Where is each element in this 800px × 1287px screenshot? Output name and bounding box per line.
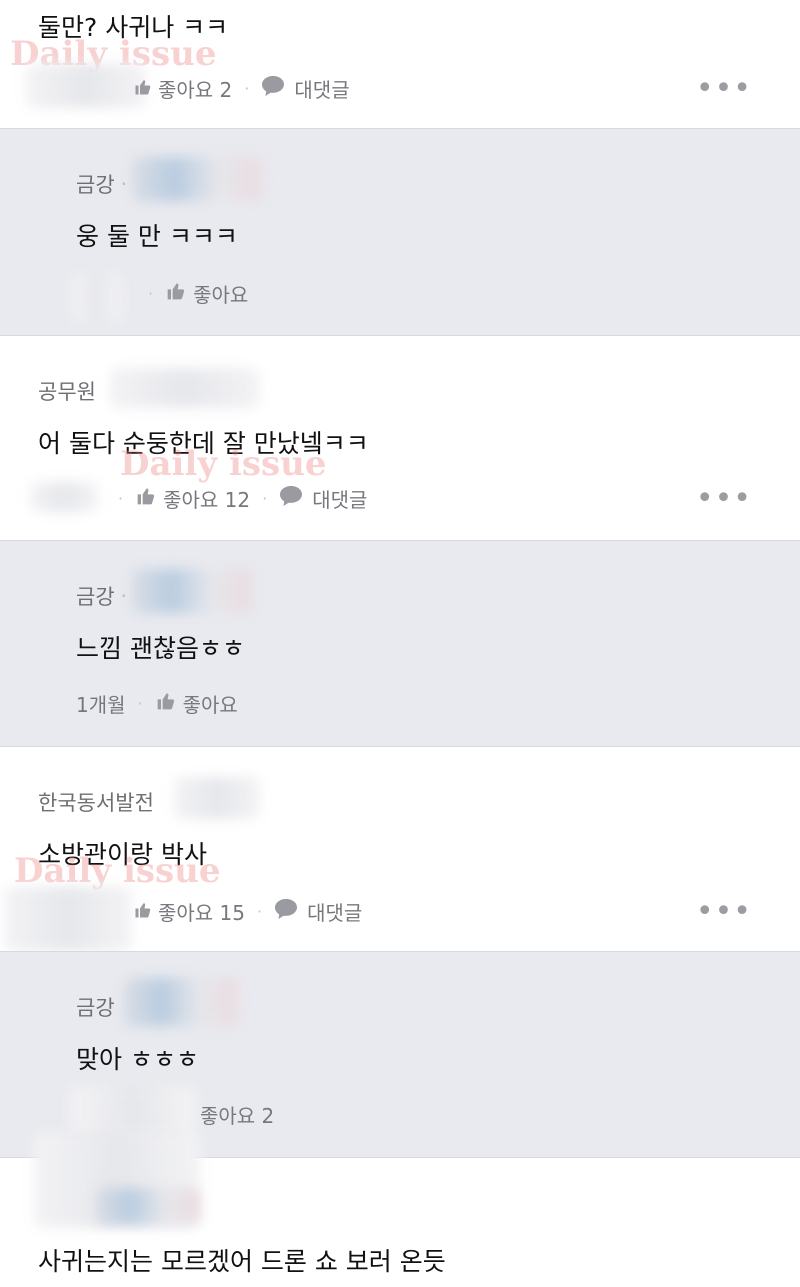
comment-text: 느낌 괜찮음ㅎㅎ bbox=[76, 634, 245, 663]
thumbs-up-icon bbox=[134, 900, 152, 924]
comment-text: 어 둘다 순둥한데 잘 만났넼ㅋㅋ bbox=[38, 429, 369, 458]
author-name: 금강 bbox=[76, 996, 115, 1020]
meta-separator: · bbox=[137, 694, 143, 713]
speech-bubble-icon bbox=[279, 485, 303, 512]
comment-meta: · 좋아요 12 · 대댓글 bbox=[106, 484, 367, 513]
comment-author: 금강 · bbox=[76, 581, 133, 611]
comment-author: 한국동서발전 bbox=[38, 787, 154, 817]
thumbs-up-icon bbox=[134, 77, 152, 101]
like-count: 좋아요 bbox=[182, 693, 238, 717]
comment-item: 둘만? 사귀나 ㅋㅋ Daily issue 좋아요 2 · 대댓글 ••• bbox=[0, 0, 800, 128]
comment-meta: · 좋아요 bbox=[136, 279, 248, 308]
like-button[interactable]: 좋아요 15 bbox=[134, 897, 245, 926]
meta-separator: · bbox=[257, 902, 263, 921]
more-options-icon[interactable]: ••• bbox=[696, 897, 752, 927]
comment-text: 맞아 ㅎㅎㅎ bbox=[76, 1045, 199, 1074]
thumbs-up-icon bbox=[165, 281, 187, 306]
comment-item: 사귀는지는 모르겠어 드론 쇼 보러 온듯 bbox=[0, 1132, 800, 1287]
author-separator: · bbox=[120, 584, 127, 608]
comment-text: 소방관이랑 박사 bbox=[38, 840, 207, 869]
author-name: 한국동서발전 bbox=[38, 791, 154, 815]
speech-bubble-icon bbox=[274, 898, 298, 925]
reply-label: 대댓글 bbox=[294, 78, 350, 102]
comment-text: 둘만? 사귀나 ㅋㅋ bbox=[38, 13, 229, 42]
comment-item: 한국동서발전 소방관이랑 박사 Daily issue 좋아요 15 · 대댓글… bbox=[0, 747, 800, 951]
reply-button[interactable]: 대댓글 bbox=[274, 897, 362, 926]
like-count: 좋아요 12 bbox=[163, 488, 251, 512]
thumbs-up-icon bbox=[155, 691, 177, 716]
like-count: 좋아요 2 bbox=[158, 78, 233, 102]
like-button[interactable]: 좋아요 bbox=[155, 689, 238, 718]
blurred-author-detail bbox=[124, 978, 238, 1026]
comment-time: 1개월 bbox=[76, 693, 126, 717]
like-count: 좋아요 bbox=[193, 283, 249, 307]
blurred-timestamp bbox=[72, 273, 122, 323]
reply-label: 대댓글 bbox=[312, 488, 368, 512]
comment-meta: 좋아요 2 bbox=[200, 1100, 274, 1129]
reply-label: 대댓글 bbox=[307, 901, 363, 925]
blurred-timestamp bbox=[26, 64, 146, 108]
comment-meta: 1개월 · 좋아요 bbox=[76, 689, 238, 718]
like-count: 좋아요 2 bbox=[200, 1104, 275, 1128]
like-count: 좋아요 15 bbox=[158, 901, 246, 925]
author-separator: · bbox=[120, 172, 127, 196]
meta-separator: · bbox=[118, 489, 124, 508]
blurred-author-detail bbox=[174, 777, 260, 819]
meta-separator: · bbox=[262, 489, 268, 508]
blurred-timestamp bbox=[70, 1086, 196, 1136]
meta-separator: · bbox=[148, 284, 154, 303]
blurred-author-detail bbox=[96, 1188, 200, 1224]
author-name: 금강 bbox=[76, 173, 115, 197]
like-button[interactable]: 좋아요 2 bbox=[134, 74, 232, 103]
reply-item: 금강 · 웅 둘 만 ㅋㅋㅋ · 좋아요 bbox=[0, 129, 800, 335]
comment-meta: 좋아요 2 · 대댓글 bbox=[134, 74, 350, 103]
reply-item: 금강 · 느낌 괜찮음ㅎㅎ 1개월 · 좋아요 bbox=[0, 541, 800, 746]
like-button[interactable]: 좋아요 2 bbox=[200, 1100, 274, 1129]
meta-separator: · bbox=[244, 79, 250, 98]
comment-author: 공무원 bbox=[38, 376, 96, 406]
comment-item: 공무원 어 둘다 순둥한데 잘 만났넼ㅋㅋ Daily issue · 좋아요 … bbox=[0, 336, 800, 540]
comment-author: 금강 · bbox=[76, 169, 133, 199]
like-button[interactable]: 좋아요 12 bbox=[135, 484, 250, 513]
reply-button[interactable]: 대댓글 bbox=[279, 484, 367, 513]
blurred-author-detail bbox=[132, 157, 262, 201]
comment-text: 웅 둘 만 ㅋㅋㅋ bbox=[76, 222, 238, 251]
comment-author: 금강 bbox=[76, 992, 115, 1022]
thumbs-up-icon bbox=[135, 486, 157, 511]
comment-meta: 좋아요 15 · 대댓글 bbox=[134, 897, 362, 926]
more-options-icon[interactable]: ••• bbox=[696, 74, 752, 104]
blurred-timestamp bbox=[4, 887, 132, 951]
reply-button[interactable]: 대댓글 bbox=[261, 74, 350, 103]
blurred-author-detail bbox=[110, 368, 260, 408]
blurred-author-detail bbox=[132, 569, 252, 613]
blurred-timestamp bbox=[30, 482, 98, 512]
like-button[interactable]: 좋아요 bbox=[165, 279, 248, 308]
comment-text: 사귀는지는 모르겠어 드론 쇼 보러 온듯 bbox=[38, 1247, 446, 1276]
reply-item: 금강 맞아 ㅎㅎㅎ 좋아요 2 bbox=[0, 952, 800, 1157]
author-name: 금강 bbox=[76, 585, 115, 609]
more-options-icon[interactable]: ••• bbox=[696, 484, 752, 514]
speech-bubble-icon bbox=[261, 75, 285, 102]
author-name: 공무원 bbox=[38, 380, 96, 404]
